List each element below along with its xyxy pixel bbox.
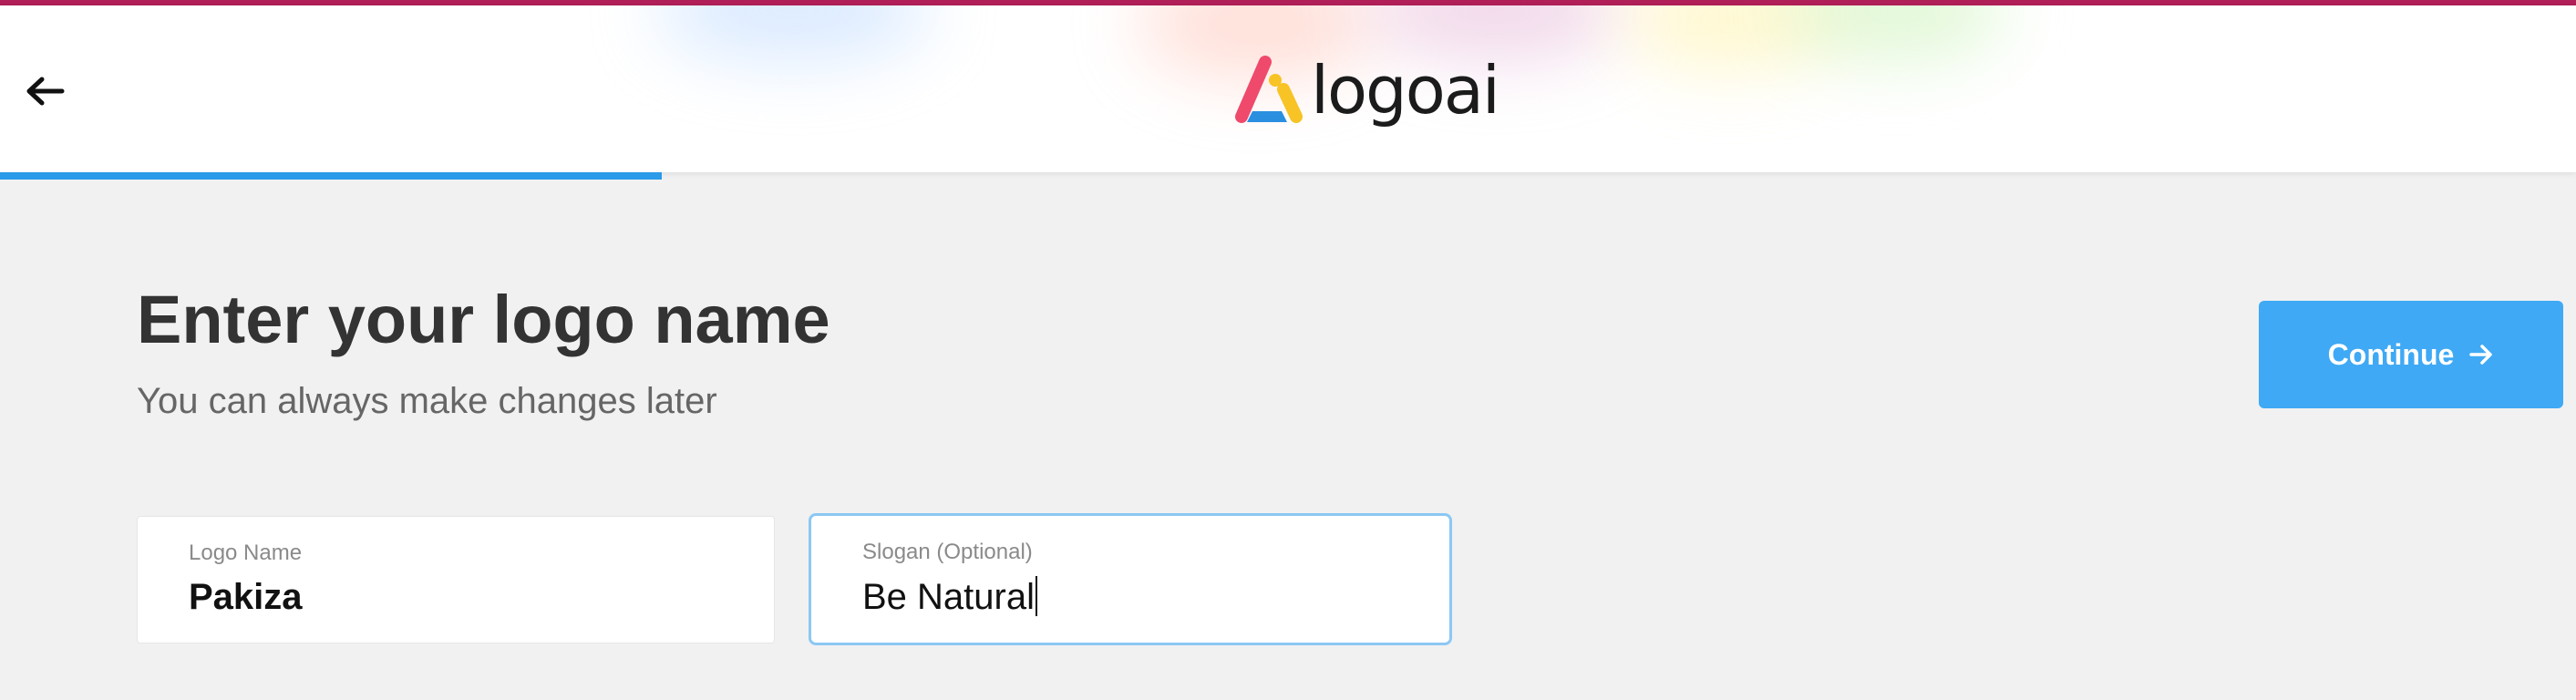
- logo-name-field[interactable]: Logo Name Pakiza: [137, 516, 775, 643]
- continue-button-label: Continue: [2327, 337, 2455, 371]
- progress-bar-fill: [0, 172, 663, 180]
- progress-bar: [0, 172, 2576, 180]
- header-glow-blue: [656, 5, 930, 60]
- page-subtitle: You can always make changes later: [137, 381, 717, 421]
- brand-logo[interactable]: logoai: [1231, 51, 1500, 133]
- header-glow-green: [1787, 5, 2005, 60]
- slogan-field[interactable]: Slogan (Optional) Be Natural: [809, 513, 1452, 645]
- back-button[interactable]: [16, 62, 75, 120]
- arrow-right-icon: [2468, 344, 2494, 365]
- logo-mark-icon: [1235, 56, 1303, 123]
- slogan-label: Slogan (Optional): [862, 540, 1033, 564]
- logo-name-label: Logo Name: [189, 540, 303, 565]
- slogan-value: Be Natural: [862, 577, 1035, 617]
- page-title: Enter your logo name: [137, 282, 830, 357]
- brand-name: logoai: [1311, 52, 1500, 129]
- slogan-input[interactable]: Be Natural: [862, 576, 1037, 618]
- header-bar: logoai: [0, 5, 2576, 172]
- logo-name-value[interactable]: Pakiza: [189, 577, 303, 618]
- arrow-left-icon: [26, 77, 65, 106]
- continue-button[interactable]: Continue: [2259, 301, 2563, 408]
- text-caret: [1035, 576, 1037, 616]
